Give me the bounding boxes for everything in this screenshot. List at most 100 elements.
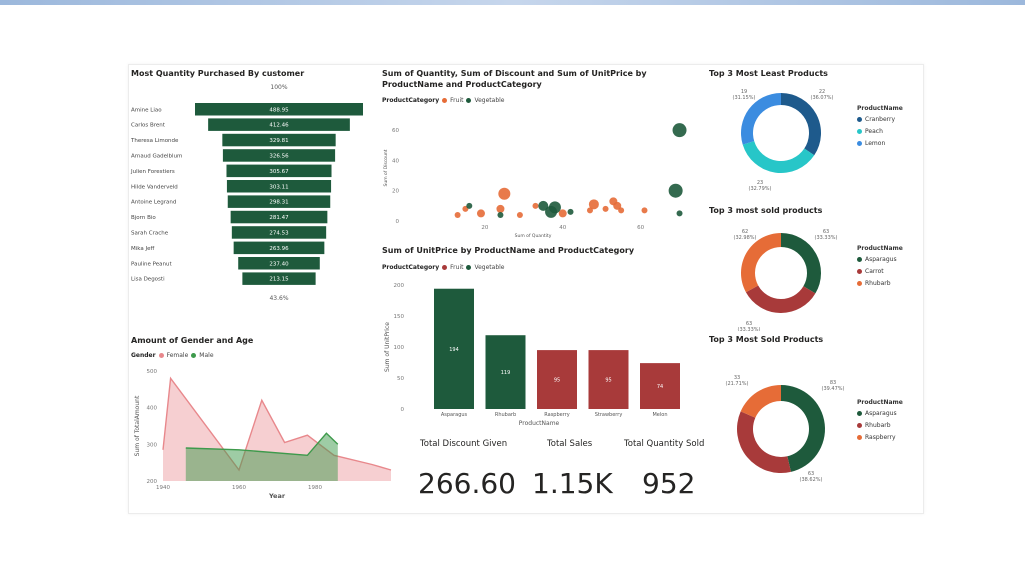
funnel-title: Most Quantity Purchased By customer xyxy=(131,69,305,78)
female-legend-dot xyxy=(158,353,164,358)
scatter-point-vegetable xyxy=(567,208,574,215)
funnel-bar-value: 305.67 xyxy=(269,169,289,175)
donut2-slice xyxy=(745,285,816,313)
funnel-bar-value: 237.40 xyxy=(269,261,289,267)
scatter-fruit-label: Fruit xyxy=(450,97,464,104)
funnel-category-label: Theresa Limonde xyxy=(130,138,179,144)
donut1-title: Top 3 Most Least Products xyxy=(709,69,828,78)
donut2-legend-item: Carrot xyxy=(857,268,903,275)
scatter-point-vegetable xyxy=(672,123,687,138)
bar-y-tick: 50 xyxy=(397,376,404,382)
funnel-bar-value: 488.95 xyxy=(269,107,289,113)
scatter-y-tick: 60 xyxy=(392,128,399,134)
funnel-top-percent: 100% xyxy=(270,84,287,91)
donut1-slice xyxy=(742,141,815,173)
funnel-category-label: Antoine Legrand xyxy=(131,200,176,206)
area-y-tick: 500 xyxy=(147,369,158,375)
scatter-point-fruit xyxy=(454,211,461,218)
area-title: Amount of Gender and Age xyxy=(131,336,254,345)
donut3-legend-item-label: Raspberry xyxy=(865,434,896,441)
scatter-y-label: Sum of Discount xyxy=(383,149,389,186)
funnel-bottom-percent: 43.6% xyxy=(269,295,288,302)
area-y-label: Sum of TotalAmount xyxy=(134,395,141,456)
funnel-bar-value: 303.11 xyxy=(269,184,288,190)
legend-dot xyxy=(857,257,862,262)
funnel-bar-value: 329.81 xyxy=(269,138,288,144)
funnel-category-label: Mika Jeff xyxy=(131,246,154,252)
area-legend: Gender Female Male xyxy=(131,352,214,359)
legend-dot xyxy=(857,423,862,428)
donut-percent-label: (32.98%) xyxy=(734,235,757,241)
bar-value-label: 74 xyxy=(657,384,663,390)
scatter-chart[interactable]: 0 20 40 60 20 40 60 Sum of Quantity Sum of Disco… xyxy=(379,109,709,241)
scatter-point-fruit xyxy=(588,199,599,210)
donut2-legend-title: ProductName xyxy=(857,245,903,252)
funnel-category-label: Julien Forestiers xyxy=(130,169,175,175)
scatter-point-fruit xyxy=(496,204,505,213)
male-legend-dot xyxy=(191,353,197,358)
scatter-x-tick: 20 xyxy=(481,225,488,231)
donut1-legend-item-label: Lemon xyxy=(865,140,886,147)
scatter-y-tick: 20 xyxy=(392,189,399,195)
legend-dot xyxy=(857,435,862,440)
donut-percent-label: (32.79%) xyxy=(749,186,772,191)
donut3-chart[interactable]: 83(39.47%)63(38.62%)33(21.71%) xyxy=(709,367,849,497)
bar-value-label: 95 xyxy=(605,378,611,384)
donut3-legend-title: ProductName xyxy=(857,399,903,406)
donut1-legend-item: Cranberry xyxy=(857,116,903,123)
funnel-category-label: Pauline Peanut xyxy=(131,261,172,267)
funnel-chart[interactable]: 100% 488.95 Amine Liao 412.46 Carlos Brent 32… xyxy=(129,79,379,315)
donut1-chart[interactable]: 22(36.07%)23(32.79%)19(31.15%) xyxy=(709,81,849,191)
donut2-chart[interactable]: 63(33.33%)63(33.33%)62(32.98%) xyxy=(709,217,849,331)
scatter-fruit-dot xyxy=(442,98,448,103)
legend-dot xyxy=(857,141,862,146)
scatter-point-vegetable xyxy=(466,202,473,209)
legend-dot xyxy=(857,411,862,416)
female-legend-label: Female xyxy=(166,352,189,359)
bar-title: Sum of UnitPrice by ProductName and Prod… xyxy=(382,246,635,255)
donut3-legend-item: Asparagus xyxy=(857,410,903,417)
scatter-point-fruit xyxy=(602,205,609,212)
donut2-slice xyxy=(741,233,781,293)
bar-value-label: 194 xyxy=(449,347,459,353)
scatter-y-tick: 40 xyxy=(392,158,399,164)
bar-y-label: Sum of UnitPrice xyxy=(384,322,391,372)
scatter-legend: ProductCategory Fruit Vegetable xyxy=(382,97,505,104)
scatter-vegetable-dot xyxy=(466,98,472,103)
bar-chart[interactable]: 0 50 100 150 200 Sum of UnitPrice 194 Asparagus… xyxy=(379,275,699,435)
donut1-slice xyxy=(781,93,821,156)
bar-y-tick: 100 xyxy=(394,345,405,351)
scatter-point-fruit xyxy=(641,207,648,214)
area-chart[interactable]: 2003004005001940 1960 1980YearSum of Total… xyxy=(129,363,394,511)
legend-dot xyxy=(857,281,862,286)
donut-percent-label: (36.07%) xyxy=(811,95,834,101)
kpi-quantity-label: Total Quantity Sold xyxy=(624,439,705,449)
scatter-legend-label: ProductCategory xyxy=(382,97,440,104)
donut1-legend-item-label: Cranberry xyxy=(865,116,896,123)
donut2-legend-item-label: Rhubarb xyxy=(865,280,891,287)
legend-dot xyxy=(857,269,862,274)
funnel-category-label: Arnaud Gadelblum xyxy=(131,153,182,159)
donut1-legend-item: Lemon xyxy=(857,140,903,147)
donut1-legend-item: Peach xyxy=(857,128,903,135)
bar-category-label: Melon xyxy=(652,412,667,418)
bar-value-label: 95 xyxy=(554,378,560,384)
scatter-x-label: Sum of Quantity xyxy=(515,233,552,239)
scatter-point-vegetable xyxy=(497,211,504,218)
funnel-category-label: Carlos Brent xyxy=(131,123,166,129)
kpi-discount-value: 266.60 xyxy=(418,467,516,500)
bar-legend-label: ProductCategory xyxy=(382,264,440,271)
funnel-category-label: Hilde Vanderveld xyxy=(131,184,178,190)
kpi-discount-label: Total Discount Given xyxy=(420,439,508,449)
scatter-vegetable-label: Vegetable xyxy=(474,97,505,104)
donut3-legend: ProductName Asparagus Rhubarb Raspberry xyxy=(857,399,903,446)
bar-value-label: 119 xyxy=(501,370,511,376)
donut3-legend-item-label: Asparagus xyxy=(865,410,897,417)
funnel-bar-value: 281.47 xyxy=(269,215,289,221)
bar-category-label: Strawberry xyxy=(595,412,623,418)
dashboard-canvas: Most Quantity Purchased By customer 100%… xyxy=(128,64,924,514)
donut3-slice xyxy=(737,411,791,473)
donut-percent-label: (21.71%) xyxy=(726,381,749,387)
donut2-title: Top 3 most sold products xyxy=(709,206,823,215)
donut1-legend: ProductName Cranberry Peach Lemon xyxy=(857,105,903,152)
